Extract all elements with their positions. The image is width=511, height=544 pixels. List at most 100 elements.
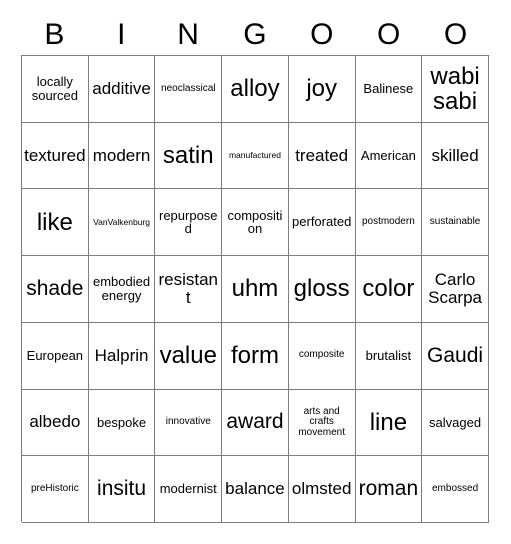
bingo-cell-label: textured — [24, 145, 86, 165]
bingo-cell-r1-c6[interactable]: skilled — [422, 122, 489, 190]
bingo-cell-label: Halprin — [94, 345, 149, 365]
bingo-cell-label: composition — [227, 207, 283, 237]
bingo-cell-label: brutalist — [365, 347, 412, 363]
bingo-header-letter-0: B — [44, 17, 65, 51]
bingo-cell-label: sustainable — [429, 216, 481, 227]
bingo-cell-r3-c6[interactable]: Carlo Scarpa — [422, 256, 489, 323]
bingo-cell-label: arts and crafts movement — [298, 405, 345, 438]
bingo-cell-r2-c5[interactable]: postmodern — [355, 189, 423, 257]
bingo-cell-r3-c2[interactable]: resistant — [155, 256, 223, 323]
bingo-header-letter-1: I — [117, 17, 126, 51]
bingo-cell-label: insitu — [97, 477, 147, 501]
bingo-cell-label: additive — [92, 78, 151, 98]
bingo-cell-r1-c2[interactable]: satin — [155, 122, 223, 190]
bingo-cell-r0-c2[interactable]: neoclassical — [155, 56, 223, 123]
bingo-cell-r1-c5[interactable]: American — [355, 122, 423, 190]
bingo-cell-label: innovative — [165, 416, 211, 428]
bingo-cell-r2-c6[interactable]: sustainable — [422, 189, 489, 257]
bingo-cell-label: award — [226, 410, 284, 434]
bingo-cell-label: salvaged — [429, 414, 482, 430]
bingo-cell-label: treated — [295, 145, 349, 165]
bingo-cell-label: embossed — [432, 482, 479, 494]
bingo-cell-label: uhm — [231, 275, 279, 303]
bingo-cell-r2-c2[interactable]: repurposed — [155, 189, 223, 257]
bingo-cell-r5-c6[interactable]: salvaged — [422, 389, 489, 457]
bingo-cell-label: Carlo Scarpa — [428, 270, 482, 307]
bingo-cell-label: skilled — [431, 145, 479, 165]
bingo-cell-r6-c5[interactable]: roman — [355, 456, 423, 523]
bingo-cell-r3-c5[interactable]: color — [355, 256, 423, 323]
bingo-cell-r2-c3[interactable]: composition — [222, 189, 289, 257]
bingo-cell-r2-c1[interactable]: VanValkenburg — [88, 189, 156, 257]
bingo-grid: locally sourced additive neoclassical alloy… — [21, 55, 489, 523]
bingo-cell-label: like — [36, 208, 73, 236]
bingo-cell-r4-c0[interactable]: European — [22, 322, 89, 390]
bingo-cell-label: resistant — [158, 270, 219, 307]
bingo-cell-r6-c2[interactable]: modernist — [155, 456, 223, 523]
bingo-cell-r6-c1[interactable]: insitu — [88, 456, 156, 523]
bingo-cell-label: color — [362, 275, 415, 303]
bingo-cell-r5-c5[interactable]: line — [355, 389, 423, 457]
bingo-cell-r1-c4[interactable]: treated — [288, 122, 356, 190]
bingo-cell-r3-c3[interactable]: uhm — [222, 256, 289, 323]
bingo-cell-label: locally sourced — [31, 74, 78, 103]
bingo-cell-r5-c0[interactable]: albedo — [22, 389, 89, 457]
bingo-row: like VanValkenburg repurposed composition pe… — [22, 189, 489, 257]
bingo-cell-r3-c1[interactable]: embodied energy — [88, 256, 156, 323]
bingo-cell-r4-c4[interactable]: composite — [288, 322, 356, 390]
bingo-cell-r5-c2[interactable]: innovative — [155, 389, 223, 457]
bingo-row: albedo bespoke innovative award arts and cra… — [22, 389, 489, 457]
bingo-cell-r0-c0[interactable]: locally sourced — [22, 56, 89, 123]
bingo-cell-label: roman — [358, 477, 419, 501]
bingo-cell-r6-c6[interactable]: embossed — [422, 456, 489, 523]
bingo-header-letter-6: O — [443, 17, 468, 51]
bingo-cell-label: bespoke — [96, 414, 147, 430]
bingo-cell-r1-c3[interactable]: manufactured — [222, 122, 289, 190]
bingo-cell-r6-c0[interactable]: preHistoric — [22, 456, 89, 523]
bingo-header-letter-4: O — [310, 17, 334, 51]
bingo-cell-r2-c0[interactable]: like — [22, 189, 89, 257]
bingo-cell-r0-c6[interactable]: wabi sabi — [422, 56, 489, 123]
bingo-row: preHistoric insitu modernist balance olmsted… — [22, 456, 489, 523]
bingo-cell-label: alloy — [230, 75, 280, 103]
bingo-cell-r3-c0[interactable]: shade — [22, 256, 89, 323]
bingo-cell-r4-c6[interactable]: Gaudi — [422, 322, 489, 390]
bingo-cell-r2-c4[interactable]: perforated — [288, 189, 356, 257]
bingo-row: locally sourced additive neoclassical alloy… — [22, 56, 489, 123]
bingo-row: textured modern satin manufactured treated Am… — [22, 122, 489, 190]
bingo-cell-r5-c3[interactable]: award — [222, 389, 289, 457]
bingo-cell-label: VanValkenburg — [93, 216, 150, 227]
bingo-cell-label: Balinese — [363, 81, 414, 97]
bingo-cell-r5-c4[interactable]: arts and crafts movement — [288, 389, 356, 457]
bingo-cell-r4-c1[interactable]: Halprin — [88, 322, 156, 390]
bingo-header-letter-5: O — [376, 17, 401, 51]
bingo-header-letter-3: G — [243, 17, 267, 51]
bingo-cell-label: Gaudi — [427, 343, 484, 367]
bingo-cell-r6-c4[interactable]: olmsted — [288, 456, 356, 523]
bingo-cell-label: perforated — [292, 214, 352, 230]
bingo-cell-label: olmsted — [291, 479, 352, 499]
bingo-header-letter-2: N — [177, 17, 199, 51]
bingo-cell-label: shade — [26, 276, 84, 300]
bingo-cell-r4-c3[interactable]: form — [222, 322, 289, 390]
bingo-cell-label: balance — [225, 479, 285, 499]
bingo-cell-r0-c1[interactable]: additive — [88, 56, 156, 123]
bingo-cell-r0-c3[interactable]: alloy — [222, 56, 289, 123]
bingo-cell-label: American — [360, 147, 416, 163]
bingo-cell-r3-c4[interactable]: gloss — [288, 256, 356, 323]
bingo-cell-r5-c1[interactable]: bespoke — [88, 389, 156, 457]
bingo-cell-r6-c3[interactable]: balance — [222, 456, 289, 523]
bingo-cell-label: gloss — [293, 275, 350, 303]
bingo-cell-label: manufactured — [228, 150, 281, 161]
bingo-cell-r4-c5[interactable]: brutalist — [355, 322, 423, 390]
bingo-cell-r1-c0[interactable]: textured — [22, 122, 89, 190]
bingo-cell-r0-c5[interactable]: Balinese — [355, 56, 423, 123]
bingo-cell-label: value — [159, 342, 217, 370]
bingo-cell-label: neoclassical — [161, 82, 216, 94]
bingo-cell-label: embodied energy — [93, 274, 151, 303]
bingo-cell-label: line — [369, 408, 408, 436]
bingo-cell-r1-c1[interactable]: modern — [88, 122, 156, 190]
bingo-cell-r4-c2[interactable]: value — [155, 322, 223, 390]
bingo-cell-label: modernist — [159, 481, 217, 497]
bingo-cell-r0-c4[interactable]: joy — [288, 56, 356, 123]
